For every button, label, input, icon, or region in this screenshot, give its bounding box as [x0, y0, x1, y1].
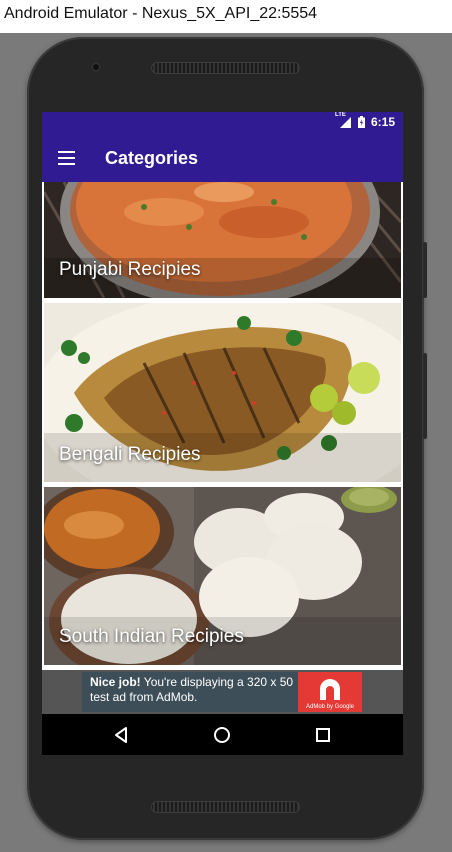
phone-power-button[interactable]: [423, 242, 427, 298]
ad-logo-caption: AdMob by Google: [305, 704, 355, 710]
window-title: Android Emulator - Nexus_5X_API_22:5554: [0, 0, 452, 33]
system-nav-bar: [42, 714, 403, 755]
network-type-label: LTE: [334, 112, 346, 118]
phone-volume-button[interactable]: [423, 353, 427, 439]
app-toolbar: Categories: [42, 134, 403, 182]
category-card-bengali[interactable]: Bengali Recipies: [44, 303, 401, 482]
category-card-punjabi[interactable]: Punjabi Recipies: [44, 182, 401, 298]
home-icon[interactable]: [210, 723, 234, 747]
battery-icon: [357, 116, 365, 128]
status-time: 6:15: [370, 115, 395, 129]
ad-bold-text: Nice job!: [90, 675, 141, 689]
status-bar: LTE 6:15: [42, 112, 403, 134]
category-label-punjabi: Punjabi Recipies: [59, 259, 201, 280]
ad-text: Nice job! You're displaying a 320 x 50 t…: [90, 675, 300, 705]
recents-icon[interactable]: [311, 723, 335, 747]
front-camera: [91, 62, 101, 72]
earpiece-speaker: [151, 62, 300, 74]
category-label-south-indian: South Indian Recipies: [59, 626, 244, 647]
admob-test-ad[interactable]: Nice job! You're displaying a 320 x 50 t…: [82, 672, 362, 712]
toolbar-title: Categories: [105, 148, 199, 168]
bottom-speaker: [151, 801, 300, 813]
back-icon[interactable]: [109, 723, 133, 747]
device-screen: LTE 6:15 Categories Punjabi Recipies Ben…: [42, 112, 403, 755]
category-list: Punjabi Recipies Bengali Recipies South …: [42, 182, 403, 670]
admob-logo-icon: AdMob by Google: [298, 672, 362, 712]
category-card-south-indian[interactable]: South Indian Recipies: [44, 487, 401, 665]
ad-banner-area: Nice job! You're displaying a 320 x 50 t…: [42, 670, 403, 714]
signal-icon: LTE: [335, 112, 352, 128]
hamburger-menu-icon[interactable]: [54, 145, 80, 171]
category-label-bengali: Bengali Recipies: [59, 444, 201, 465]
